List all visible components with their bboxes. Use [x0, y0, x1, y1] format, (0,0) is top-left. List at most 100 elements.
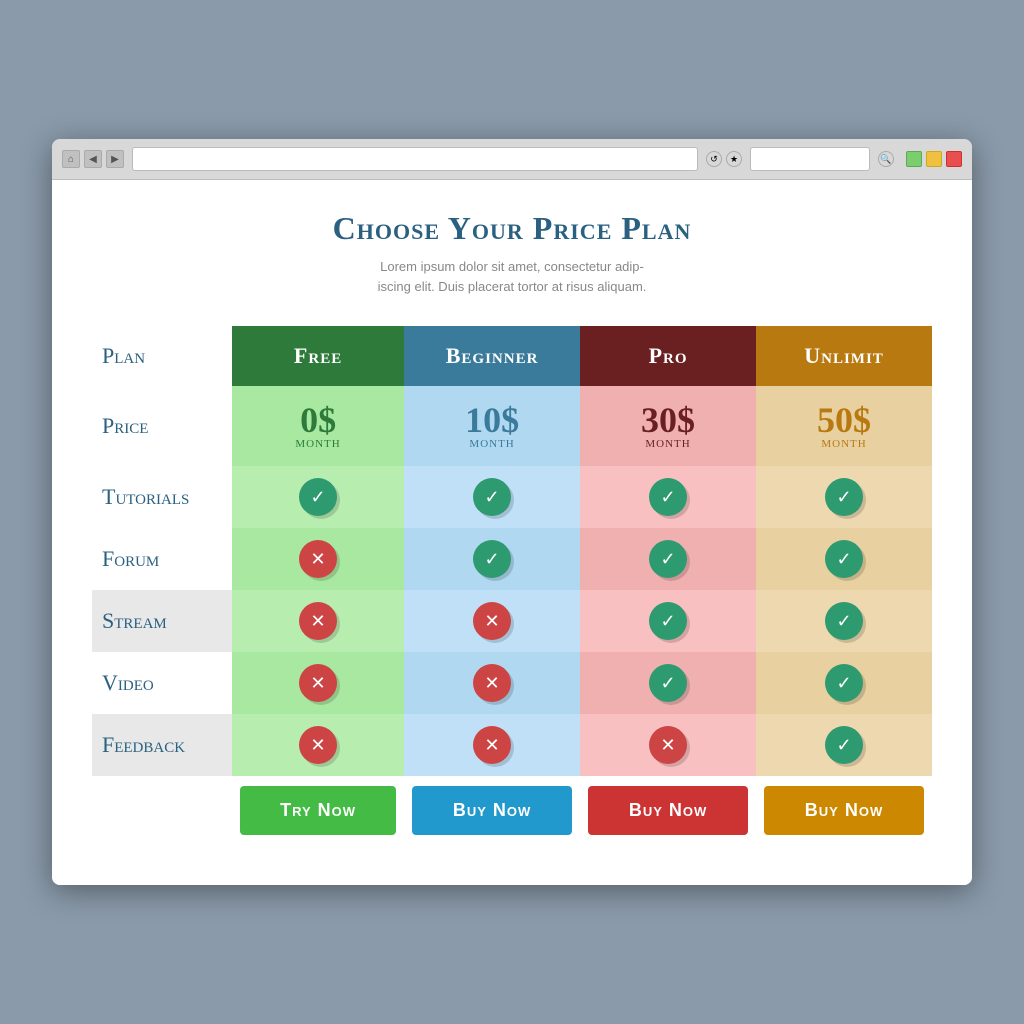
check-icon: ✓ [473, 540, 511, 578]
window-green-btn[interactable] [906, 151, 922, 167]
pro-btn-cell: Buy Now [580, 776, 756, 845]
forward-button[interactable]: ▶ [106, 150, 124, 168]
unlimit-header: Unlimit [756, 326, 932, 386]
feedback-beginner: ✕ [404, 714, 580, 776]
plan-label: Plan [92, 326, 232, 386]
stream-row: Stream ✕ ✕ ✓ ✓ [92, 590, 932, 652]
window-yellow-btn[interactable] [926, 151, 942, 167]
stream-label: Stream [92, 590, 232, 652]
tutorials-beginner: ✓ [404, 466, 580, 528]
cross-icon: ✕ [473, 726, 511, 764]
stream-pro: ✓ [580, 590, 756, 652]
tutorials-row: Tutorials ✓ ✓ ✓ ✓ [92, 466, 932, 528]
check-icon: ✓ [825, 726, 863, 764]
header-row: Plan Free Beginner Pro Unlimit [92, 326, 932, 386]
tutorials-pro: ✓ [580, 466, 756, 528]
check-icon: ✓ [825, 602, 863, 640]
button-row: Try Now Buy Now Buy Now Buy Now [92, 776, 932, 845]
video-row: Video ✕ ✕ ✓ ✓ [92, 652, 932, 714]
pro-price-cell: 30$ month [580, 386, 756, 466]
window-red-btn[interactable] [946, 151, 962, 167]
stream-free: ✕ [232, 590, 404, 652]
search-icon[interactable]: 🔍 [878, 151, 894, 167]
feedback-label: Feedback [92, 714, 232, 776]
price-row: Price 0$ month 10$ month 30$ month 50$ m… [92, 386, 932, 466]
home-button[interactable]: ⌂ [62, 150, 80, 168]
star-icon[interactable]: ★ [726, 151, 742, 167]
stream-unlimit: ✓ [756, 590, 932, 652]
forum-free: ✕ [232, 528, 404, 590]
price-label: Price [92, 386, 232, 466]
cross-icon: ✕ [299, 726, 337, 764]
tutorials-label: Tutorials [92, 466, 232, 528]
free-price-period: month [232, 438, 404, 450]
cross-icon: ✕ [299, 602, 337, 640]
check-icon: ✓ [473, 478, 511, 516]
forum-pro: ✓ [580, 528, 756, 590]
pro-price-period: month [580, 438, 756, 450]
video-beginner: ✕ [404, 652, 580, 714]
beginner-header: Beginner [404, 326, 580, 386]
check-icon: ✓ [649, 664, 687, 702]
unlimit-price-amount: 50$ [817, 400, 871, 440]
cross-icon: ✕ [299, 540, 337, 578]
btn-row-empty [92, 776, 232, 845]
unlimit-btn-cell: Buy Now [756, 776, 932, 845]
video-pro: ✓ [580, 652, 756, 714]
unlimit-price-period: month [756, 438, 932, 450]
free-btn-cell: Try Now [232, 776, 404, 845]
browser-nav: ⌂ ◀ ▶ [62, 150, 124, 168]
forum-row: Forum ✕ ✓ ✓ ✓ [92, 528, 932, 590]
search-icon-btn: 🔍 [878, 151, 894, 167]
refresh-icon[interactable]: ↺ [706, 151, 722, 167]
beginner-buy-now-button[interactable]: Buy Now [412, 786, 572, 835]
feedback-unlimit: ✓ [756, 714, 932, 776]
free-try-now-button[interactable]: Try Now [240, 786, 396, 835]
video-unlimit: ✓ [756, 652, 932, 714]
pro-buy-now-button[interactable]: Buy Now [588, 786, 748, 835]
forum-unlimit: ✓ [756, 528, 932, 590]
pro-header: Pro [580, 326, 756, 386]
beginner-price-cell: 10$ month [404, 386, 580, 466]
feedback-pro: ✕ [580, 714, 756, 776]
free-price-cell: 0$ month [232, 386, 404, 466]
address-bar[interactable] [132, 147, 698, 171]
check-icon: ✓ [825, 540, 863, 578]
check-icon: ✓ [649, 602, 687, 640]
browser-content: Choose Your Price Plan Lorem ipsum dolor… [52, 180, 972, 885]
beginner-btn-cell: Buy Now [404, 776, 580, 845]
pricing-table: Plan Free Beginner Pro Unlimit Price 0$ … [92, 326, 932, 845]
check-icon: ✓ [825, 478, 863, 516]
browser-window: ⌂ ◀ ▶ ↺ ★ 🔍 Choose Your Price Plan Lorem… [52, 139, 972, 885]
cross-icon: ✕ [473, 602, 511, 640]
free-header: Free [232, 326, 404, 386]
cross-icon: ✕ [299, 664, 337, 702]
video-label: Video [92, 652, 232, 714]
search-bar[interactable] [750, 147, 870, 171]
check-icon: ✓ [299, 478, 337, 516]
check-icon: ✓ [649, 478, 687, 516]
toolbar-icons: ↺ ★ [706, 151, 742, 167]
check-icon: ✓ [825, 664, 863, 702]
back-button[interactable]: ◀ [84, 150, 102, 168]
beginner-price-period: month [404, 438, 580, 450]
beginner-price-amount: 10$ [465, 400, 519, 440]
browser-toolbar: ⌂ ◀ ▶ ↺ ★ 🔍 [52, 139, 972, 180]
unlimit-buy-now-button[interactable]: Buy Now [764, 786, 924, 835]
page-title: Choose Your Price Plan [92, 210, 932, 247]
page-subtitle: Lorem ipsum dolor sit amet, consectetur … [92, 257, 932, 296]
cross-icon: ✕ [473, 664, 511, 702]
tutorials-free: ✓ [232, 466, 404, 528]
forum-label: Forum [92, 528, 232, 590]
stream-beginner: ✕ [404, 590, 580, 652]
forum-beginner: ✓ [404, 528, 580, 590]
cross-icon: ✕ [649, 726, 687, 764]
feedback-free: ✕ [232, 714, 404, 776]
unlimit-price-cell: 50$ month [756, 386, 932, 466]
tutorials-unlimit: ✓ [756, 466, 932, 528]
check-icon: ✓ [649, 540, 687, 578]
pro-price-amount: 30$ [641, 400, 695, 440]
free-price-amount: 0$ [300, 400, 336, 440]
feedback-row: Feedback ✕ ✕ ✕ ✓ [92, 714, 932, 776]
video-free: ✕ [232, 652, 404, 714]
